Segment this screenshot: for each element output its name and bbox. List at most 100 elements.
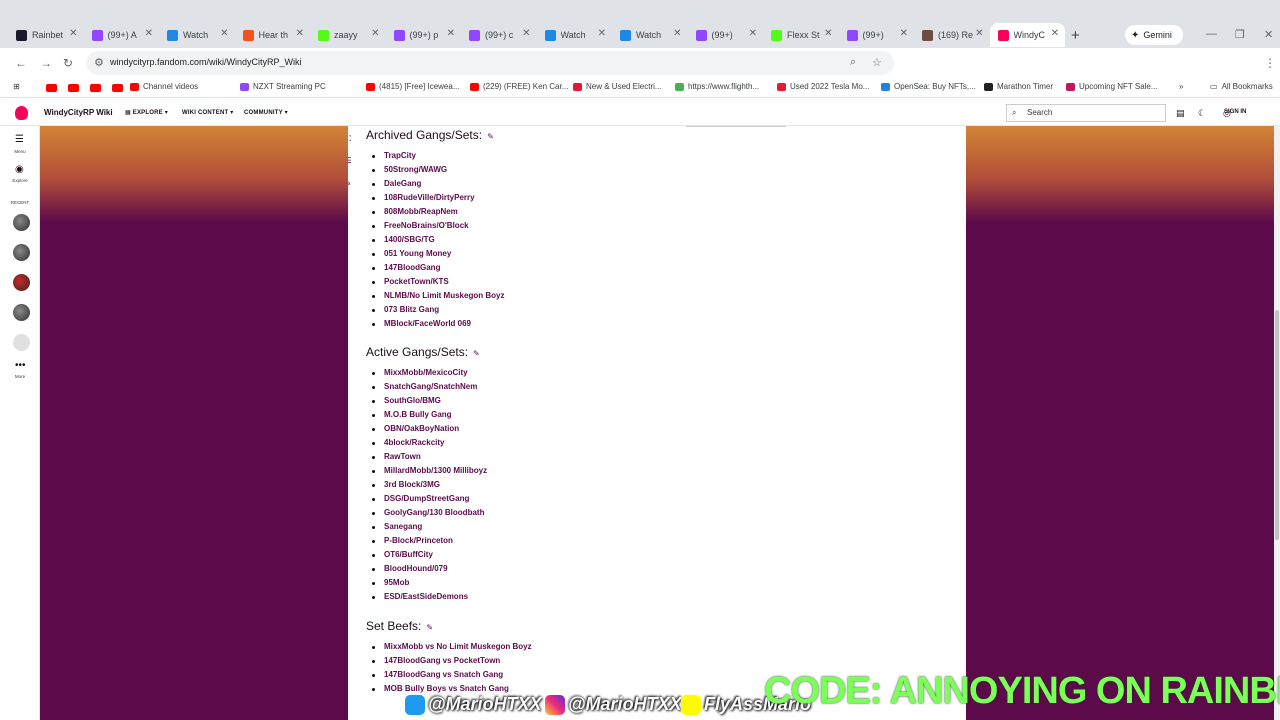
gang-link[interactable]: MBlock/FaceWorld 069 <box>366 317 788 331</box>
close-tab-icon[interactable]: ✕ <box>447 28 455 39</box>
close-window-icon[interactable]: ✕ <box>1264 28 1273 41</box>
gang-link[interactable]: 95Mob <box>366 576 788 590</box>
minimize-icon[interactable]: — <box>1206 28 1217 40</box>
gang-link[interactable]: 147BloodGang <box>366 261 788 275</box>
youtube-bookmark-icon[interactable] <box>46 84 57 92</box>
browser-tab[interactable]: (99+) c ✕ <box>461 23 537 47</box>
wiki-search-input[interactable]: ⌕ Search <box>1006 104 1166 122</box>
close-tab-icon[interactable]: ✕ <box>1051 28 1059 39</box>
gang-link[interactable]: MillardMobb/1300 Milliboyz <box>366 464 788 478</box>
apps-grid-icon[interactable]: ⊞ <box>13 82 20 91</box>
recent-wiki-avatar[interactable] <box>13 304 30 321</box>
close-tab-icon[interactable]: ✕ <box>673 28 681 39</box>
close-tab-icon[interactable]: ✕ <box>975 28 983 39</box>
sign-in-link[interactable]: SIGN IN <box>1224 109 1246 115</box>
more-bookmarks-chevron-icon[interactable]: » <box>1179 82 1183 91</box>
gang-link[interactable]: FreeNoBrains/O'Block <box>366 219 788 233</box>
gang-link[interactable]: Sanegang <box>366 520 788 534</box>
gang-link[interactable]: RawTown <box>366 450 788 464</box>
maximize-icon[interactable]: ❐ <box>1235 28 1245 41</box>
zoom-search-icon[interactable]: ⌕ <box>850 56 856 69</box>
gemini-button[interactable]: ✦ Gemini <box>1125 25 1183 45</box>
youtube-bookmark-icon[interactable] <box>112 84 123 92</box>
recent-wiki-avatar[interactable] <box>13 214 30 231</box>
bookmark-item[interactable]: (229) (FREE) Ken Car... <box>470 82 568 91</box>
edit-section-icon[interactable]: ✎ <box>426 623 433 632</box>
gang-link[interactable]: 147BloodGang vs Snatch Gang <box>366 668 788 682</box>
browser-tab[interactable]: (99+) p ✕ <box>386 23 462 47</box>
browser-tab[interactable]: Rainbet ✕ <box>8 23 84 47</box>
browser-tab[interactable]: Hear th ✕ <box>235 23 311 47</box>
bookmark-item[interactable]: Marathon Timer <box>984 82 1053 91</box>
close-tab-icon[interactable]: ✕ <box>824 28 832 39</box>
recent-wiki-avatar[interactable] <box>13 334 30 351</box>
gang-link[interactable]: 4block/Rackcity <box>366 436 788 450</box>
close-tab-icon[interactable]: ✕ <box>371 28 379 39</box>
gang-link[interactable]: BloodHound/079 <box>366 562 788 576</box>
close-tab-icon[interactable]: ✕ <box>749 28 757 39</box>
more-dots-icon[interactable]: ••• <box>15 360 26 371</box>
gang-link[interactable]: P-Block/Princeton <box>366 534 788 548</box>
gang-link[interactable]: OBN/OakBoyNation <box>366 422 788 436</box>
address-bar[interactable]: ⚙ windycityrp.fandom.com/wiki/WindyCityR… <box>86 51 894 75</box>
browser-tab[interactable]: (99+) ✕ <box>688 23 764 47</box>
gang-link[interactable]: M.O.B Bully Gang <box>366 408 788 422</box>
browser-tab[interactable]: WindyC ✕ <box>989 23 1065 47</box>
close-tab-icon[interactable]: ✕ <box>296 28 304 39</box>
gang-link[interactable]: ESD/EastSideDemons <box>366 590 788 604</box>
browser-tab[interactable]: (169) Re ✕ <box>914 23 990 47</box>
gang-link[interactable]: 108RudeVille/DirtyPerry <box>366 191 788 205</box>
reload-icon[interactable]: ↻ <box>63 56 73 70</box>
dark-mode-icon[interactable]: ☾ <box>1198 108 1206 119</box>
close-tab-icon[interactable]: ✕ <box>900 28 908 39</box>
back-icon[interactable]: ← <box>15 56 27 70</box>
gang-link[interactable]: 1400/SBG/TG <box>366 233 788 247</box>
gang-link[interactable]: OT6/BuffCity <box>366 548 788 562</box>
fullscreen-icon[interactable]: ⛶ <box>348 134 354 146</box>
bookmark-item[interactable]: New & Used Electri... <box>573 82 662 91</box>
all-bookmarks[interactable]: ▭ All Bookmarks <box>1210 82 1273 91</box>
browser-tab[interactable]: Watch ✕ <box>159 23 235 47</box>
new-tab-button[interactable]: + <box>1071 27 1080 44</box>
bookmark-item[interactable]: (4815) [Free] Icewea... <box>366 82 459 91</box>
gang-link[interactable]: MixxMobb vs No Limit Muskegon Boyz <box>366 640 788 654</box>
gang-link[interactable]: 3rd Block/3MG <box>366 478 788 492</box>
browser-tab[interactable]: Flexx St ✕ <box>763 23 839 47</box>
gang-link[interactable]: DSG/DumpStreetGang <box>366 492 788 506</box>
recent-wiki-avatar[interactable] <box>13 244 30 261</box>
browser-tab[interactable]: Watch ✕ <box>612 23 688 47</box>
bookmark-item[interactable]: Upcoming NFT Sale... <box>1066 82 1158 91</box>
bookmark-item[interactable]: OpenSea: Buy NFTs,... <box>881 82 976 91</box>
wiki-name[interactable]: WindyCityRP Wiki <box>44 108 113 117</box>
bookmark-star-icon[interactable]: ☆ <box>872 56 882 69</box>
fandom-logo-icon[interactable] <box>15 106 28 120</box>
site-info-icon[interactable]: ⚙ <box>94 56 104 69</box>
gang-link[interactable]: NLMB/No Limit Muskegon Boyz <box>366 289 788 303</box>
gang-link[interactable]: 051 Young Money <box>366 247 788 261</box>
gang-link[interactable]: 147BloodGang vs PocketTown <box>366 654 788 668</box>
browser-tab[interactable]: (99+) A ✕ <box>84 23 160 47</box>
gang-link[interactable]: DaleGang <box>366 177 788 191</box>
gang-link[interactable]: 50Strong/WAWG <box>366 163 788 177</box>
nav-wiki-content[interactable]: WIKI CONTENT ▾ <box>182 109 234 116</box>
browser-tab[interactable]: (99+) ✕ <box>839 23 915 47</box>
edit-pencil-icon[interactable]: ✎ <box>348 179 354 191</box>
edit-section-icon[interactable]: ✎ <box>487 132 494 141</box>
gang-link[interactable]: SouthGlo/BMG <box>366 394 788 408</box>
gang-link[interactable]: SnatchGang/SnatchNem <box>366 380 788 394</box>
discussions-icon[interactable]: ▤ <box>1176 108 1185 119</box>
gang-link[interactable]: 808Mobb/ReapNem <box>366 205 788 219</box>
close-tab-icon[interactable]: ✕ <box>69 28 77 39</box>
gang-link[interactable]: 073 Blitz Gang <box>366 303 788 317</box>
bookmark-item[interactable]: https://www.flighth... <box>675 82 759 91</box>
youtube-bookmark-icon[interactable] <box>90 84 101 92</box>
table-of-contents-icon[interactable]: ☰ <box>348 156 354 168</box>
bookmark-item[interactable]: Used 2022 Tesla Mo... <box>777 82 869 91</box>
close-tab-icon[interactable]: ✕ <box>522 28 530 39</box>
gang-link[interactable]: GoolyGang/130 Bloodbath <box>366 506 788 520</box>
recent-wiki-avatar[interactable] <box>13 274 30 291</box>
gang-link[interactable]: PocketTown/KTS <box>366 275 788 289</box>
gang-link[interactable]: TrapCity <box>366 149 788 163</box>
bookmark-item[interactable]: Channel videos <box>130 82 198 91</box>
forward-icon[interactable]: → <box>40 56 52 70</box>
